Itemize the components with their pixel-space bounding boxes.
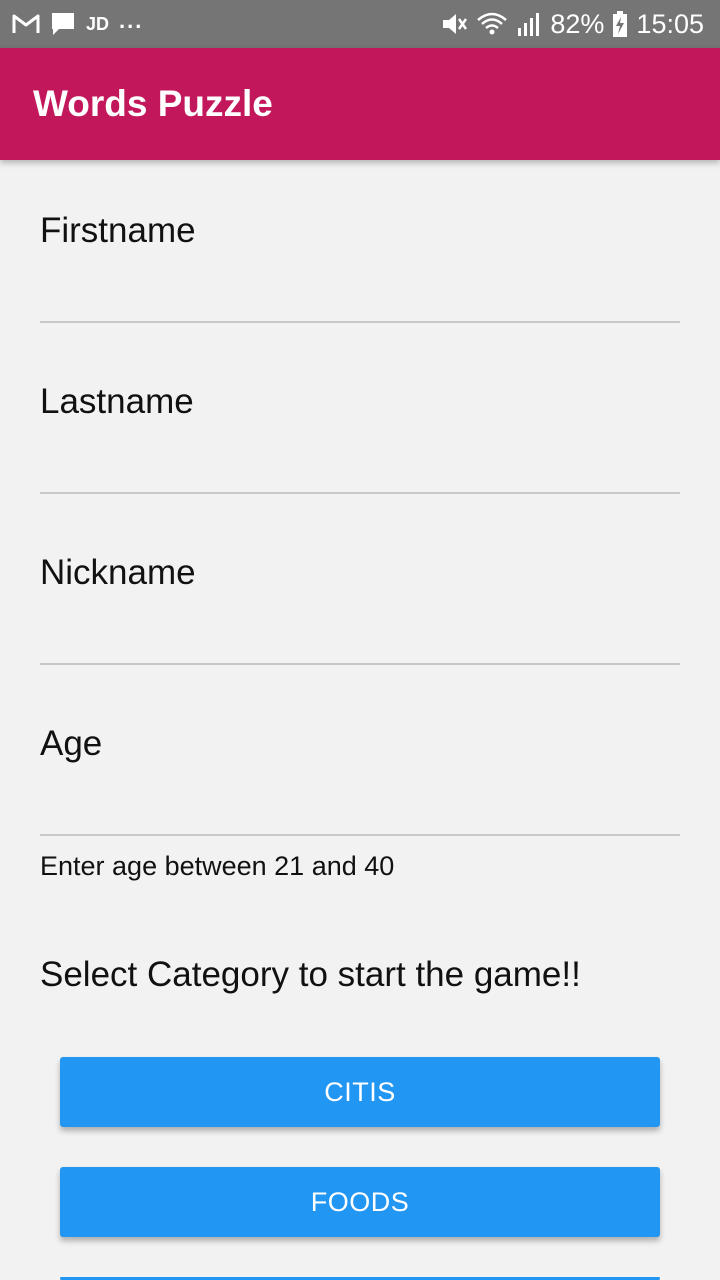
firstname-field[interactable]: Firstname (40, 183, 680, 323)
nickname-field[interactable]: Nickname (40, 525, 680, 665)
nickname-underline (40, 663, 680, 665)
message-icon (50, 11, 76, 37)
firstname-underline (40, 321, 680, 323)
nickname-label: Nickname (40, 553, 196, 592)
battery-percent: 82% (550, 8, 605, 39)
lastname-underline (40, 492, 680, 494)
gmail-icon (12, 13, 40, 35)
mute-icon (440, 10, 468, 38)
category-heading: Select Category to start the game!! (40, 955, 581, 994)
age-underline (40, 834, 680, 836)
lastname-field[interactable]: Lastname (40, 354, 680, 494)
signal-icon (516, 10, 542, 38)
wifi-icon (476, 10, 508, 38)
app-title: Words Puzzle (33, 83, 273, 124)
battery-charging-icon (612, 10, 628, 38)
carrier-badge: JD (86, 13, 110, 34)
lastname-label: Lastname (40, 382, 194, 421)
age-helper-text: Enter age between 21 and 40 (40, 851, 395, 881)
age-label: Age (40, 724, 103, 763)
overflow-dots: ... (119, 8, 144, 33)
category-button-foods[interactable]: FOODS (60, 1167, 660, 1237)
system-status: 82% 15:05 (440, 8, 704, 40)
notification-icons: JD ... (12, 8, 144, 38)
firstname-label: Firstname (40, 211, 196, 250)
status-bar: JD ... 82% 15:05 (0, 0, 720, 48)
category-button-citis[interactable]: CITIS (60, 1057, 660, 1127)
age-field[interactable]: Age (40, 696, 680, 836)
app-bar: Words Puzzle (0, 48, 720, 160)
clock: 15:05 (636, 8, 704, 39)
